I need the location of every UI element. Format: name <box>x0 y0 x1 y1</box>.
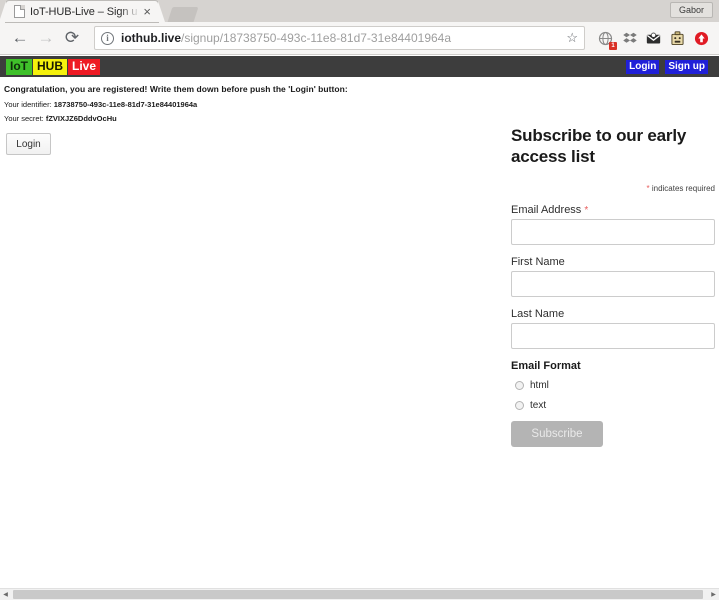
browser-window: IoT-HUB-Live – Sign u × Gabor ← → ⟳ i io… <box>0 0 719 600</box>
scrollbar-track[interactable] <box>11 588 708 600</box>
field-last-name: Last Name <box>511 308 715 349</box>
identifier-value: 18738750-493c-11e8-81d7-31e84401964a <box>53 100 198 109</box>
site-nav-links: Login Sign up <box>626 59 713 74</box>
url-path: /signup/18738750-493c-11e8-81d7-31e84401… <box>181 31 452 45</box>
email-format-title: Email Format <box>511 360 581 372</box>
scroll-left-icon[interactable]: ◀ <box>0 588 11 600</box>
required-note-text: indicates required <box>651 184 715 193</box>
page-body: Congratulation, you are registered! Writ… <box>0 77 719 588</box>
dropbox-extension-icon[interactable] <box>620 29 639 48</box>
radio-email-format-text[interactable]: text <box>511 400 715 411</box>
required-note: * indicates required <box>511 184 715 193</box>
label-first-name: First Name <box>511 256 565 268</box>
extension-badge-count: 1 <box>609 41 617 50</box>
bookmark-star-icon[interactable]: ☆ <box>566 30 578 46</box>
site-logo[interactable]: IoT HUB Live <box>6 58 101 75</box>
back-icon[interactable]: ← <box>8 26 32 50</box>
label-last-name: Last Name <box>511 308 565 320</box>
translate-extension-icon[interactable]: 1 <box>596 29 617 50</box>
close-icon[interactable]: × <box>140 5 154 18</box>
email-address-input[interactable] <box>511 219 715 245</box>
site-navbar: IoT HUB Live Login Sign up <box>0 56 719 77</box>
subscribe-form: Subscribe to our early access list * ind… <box>511 125 715 447</box>
browser-tab-title: IoT-HUB-Live – Sign u <box>30 5 138 18</box>
address-bar-url: iothub.live/signup/18738750-493c-11e8-81… <box>121 31 566 45</box>
secret-value: fZVIXJZ6DddvOcHu <box>45 114 117 123</box>
registration-message: Congratulation, you are registered! Writ… <box>0 77 719 123</box>
upload-extension-icon[interactable] <box>692 29 711 48</box>
required-asterisk-email: * <box>584 205 589 216</box>
subscribe-title: Subscribe to our early access list <box>511 126 687 166</box>
registration-headline: Congratulation, you are registered! Writ… <box>4 84 348 94</box>
secret-row: Your secret: fZVIXJZ6DddvOcHu <box>4 114 719 123</box>
label-email-address: Email Address * <box>511 204 715 216</box>
reload-icon[interactable]: ⟳ <box>60 26 84 50</box>
nav-link-signup[interactable]: Sign up <box>665 59 708 74</box>
identifier-label: Your identifier: <box>4 100 52 109</box>
first-name-input[interactable] <box>511 271 715 297</box>
nav-link-login[interactable]: Login <box>626 59 660 74</box>
forward-icon[interactable]: → <box>34 26 58 50</box>
field-first-name: First Name <box>511 256 715 297</box>
radio-label-text: text <box>530 400 547 411</box>
logo-part-iot: IoT <box>6 58 32 75</box>
mail-extension-icon[interactable] <box>644 29 663 48</box>
radio-email-format-html[interactable]: html <box>511 380 715 391</box>
radio-icon-text[interactable] <box>515 401 524 410</box>
scrollbar-thumb[interactable] <box>13 589 703 599</box>
scroll-right-icon[interactable]: ▶ <box>708 588 719 600</box>
new-tab-button[interactable] <box>167 7 199 22</box>
address-bar[interactable]: i iothub.live/signup/18738750-493c-11e8-… <box>94 26 585 50</box>
browser-tab-strip: IoT-HUB-Live – Sign u × Gabor <box>0 0 719 22</box>
extension-tray: 1 <box>593 29 711 50</box>
page-viewport: IoT HUB Live Login Sign up Congratulatio… <box>0 56 719 588</box>
label-email-address-text: Email Address <box>511 204 582 216</box>
browser-toolbar: ← → ⟳ i iothub.live/signup/18738750-493c… <box>0 22 719 55</box>
logo-part-hub: HUB <box>33 58 67 75</box>
page-icon <box>14 5 25 18</box>
radio-label-html: html <box>530 380 549 391</box>
identifier-row: Your identifier: 18738750-493c-11e8-81d7… <box>4 100 719 109</box>
login-button[interactable]: Login <box>6 133 51 155</box>
url-host: iothub.live <box>121 31 181 45</box>
browser-tab[interactable]: IoT-HUB-Live – Sign u × <box>0 1 165 22</box>
radio-icon-html[interactable] <box>515 381 524 390</box>
horizontal-scrollbar[interactable]: ◀ ▶ <box>0 588 719 600</box>
password-manager-extension-icon[interactable] <box>668 29 687 48</box>
required-asterisk: * <box>646 184 650 193</box>
logo-part-live: Live <box>68 58 101 75</box>
secret-label: Your secret: <box>4 114 44 123</box>
subscribe-button[interactable]: Subscribe <box>511 421 603 447</box>
last-name-input[interactable] <box>511 323 715 349</box>
site-info-icon[interactable]: i <box>101 31 114 45</box>
field-email-address: Email Address * <box>511 204 715 245</box>
profile-button[interactable]: Gabor <box>669 2 713 18</box>
